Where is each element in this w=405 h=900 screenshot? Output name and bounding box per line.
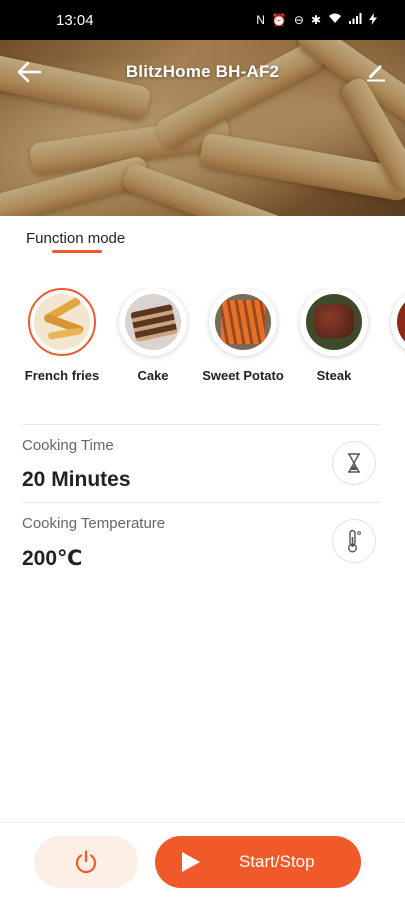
notification-n-icon: N	[256, 13, 265, 27]
status-time: 13:04	[56, 11, 94, 29]
mode-thumbnail-ring	[391, 288, 405, 356]
cake-image	[125, 294, 181, 350]
mode-next[interactable]: Dr	[380, 288, 405, 383]
mode-label: French fries	[24, 368, 100, 383]
mode-carousel[interactable]: French fries Cake Sweet Potato Steak	[0, 288, 405, 388]
mode-label: Cake	[137, 368, 169, 383]
mode-label: Sweet Potato	[202, 368, 284, 383]
divider	[22, 424, 380, 425]
pencil-icon	[367, 65, 385, 82]
edit-button[interactable]	[365, 60, 387, 82]
signal-icon	[349, 13, 362, 27]
back-button[interactable]	[16, 60, 42, 84]
mode-label: Dr	[380, 368, 405, 383]
alarm-icon: ⏰	[271, 13, 287, 27]
mode-thumbnail-ring	[209, 288, 277, 356]
mode-steak[interactable]: Steak	[289, 288, 379, 383]
tab-indicator	[52, 250, 102, 253]
french-fries-image	[34, 294, 90, 350]
power-icon	[75, 850, 97, 874]
top-app-bar: BlitzHome BH-AF2	[0, 40, 405, 104]
power-button[interactable]	[34, 836, 138, 888]
steak-image	[306, 294, 362, 350]
cooking-time-button[interactable]	[332, 441, 376, 485]
arrow-left-icon	[17, 61, 42, 83]
thermometer-icon	[348, 529, 361, 553]
charging-icon	[369, 12, 377, 28]
mode-sweet-potato[interactable]: Sweet Potato	[198, 288, 288, 383]
bottom-action-bar: Start/Stop	[0, 822, 405, 900]
wifi-icon	[328, 13, 342, 27]
start-stop-label: Start/Stop	[239, 852, 315, 871]
hourglass-icon	[348, 453, 360, 473]
cooking-time-label: Cooking Time	[22, 437, 114, 454]
mode-thumbnail-ring	[300, 288, 368, 356]
cooking-time-value: 20 Minutes	[22, 468, 131, 491]
mode-french-fries[interactable]: French fries	[17, 288, 107, 383]
status-bar: 13:04 N ⏰ ⊖ ✱	[0, 0, 405, 40]
cooking-temperature-value: 200℃	[22, 547, 83, 570]
dnd-icon: ⊖	[293, 13, 304, 27]
play-icon	[182, 852, 200, 872]
content-panel: Function mode French fries Cake Sweet Po…	[0, 216, 405, 822]
mode-label: Steak	[316, 368, 352, 383]
mode-thumbnail-ring	[28, 288, 96, 356]
page-title: BlitzHome BH-AF2	[125, 62, 280, 81]
cooking-temperature-label: Cooking Temperature	[22, 515, 166, 532]
tab-function-mode[interactable]: Function mode	[26, 230, 125, 247]
bluetooth-icon: ✱	[310, 13, 321, 27]
mode-cake[interactable]: Cake	[108, 288, 198, 383]
mode-thumbnail-ring	[119, 288, 187, 356]
divider	[22, 502, 380, 503]
start-stop-button[interactable]: Start/Stop	[155, 836, 361, 888]
status-icons: N ⏰ ⊖ ✱	[256, 12, 377, 28]
drumstick-image	[397, 294, 405, 350]
sweet-potato-image	[215, 294, 271, 350]
cooking-temperature-button[interactable]	[332, 519, 376, 563]
